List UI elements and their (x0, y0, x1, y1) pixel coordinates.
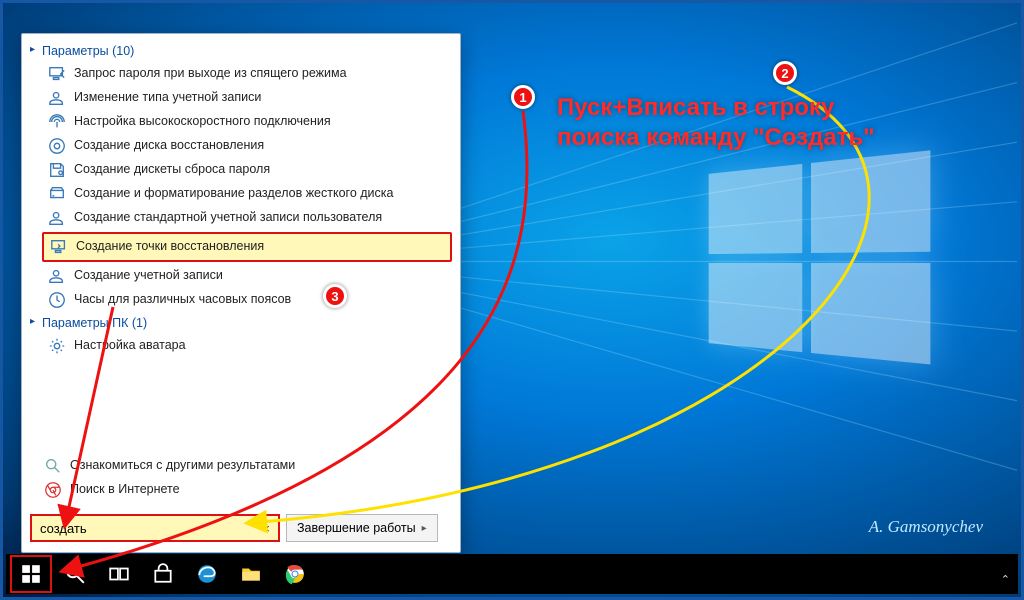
monitor-restore-icon (50, 238, 68, 256)
group-header-parametry-pk[interactable]: Параметры ПК (1) (22, 312, 460, 334)
result-item-label: Создание дискеты сброса пароля (74, 161, 270, 179)
file-explorer-button[interactable] (230, 555, 272, 593)
annotation-badge-2: 2 (773, 61, 797, 85)
internet-search-label: Поиск в Интернете (70, 481, 180, 499)
result-item-label: Изменение типа учетной записи (74, 89, 261, 107)
more-results-label: Ознакомиться с другими результатами (70, 457, 295, 475)
store-button[interactable] (142, 555, 184, 593)
magnifier-icon (44, 457, 62, 475)
result-item-0[interactable]: Запрос пароля при выходе из спящего режи… (22, 62, 460, 86)
clock-icon (48, 291, 66, 309)
disc-icon (48, 137, 66, 155)
chevron-right-icon: ▸ (422, 523, 427, 534)
signature: A. Gamsonychev (869, 517, 983, 537)
result-item-label: Настройка высокоскоростного подключения (74, 113, 331, 131)
result-item-6[interactable]: Создание стандартной учетной записи поль… (22, 206, 460, 230)
result-item-label: Часы для различных часовых поясов (74, 291, 291, 309)
more-results-link[interactable]: Ознакомиться с другими результатами (34, 454, 450, 478)
result-pk-item-label: Настройка аватара (74, 337, 186, 355)
floppy-key-icon (48, 161, 66, 179)
result-item-3[interactable]: Создание диска восстановления (22, 134, 460, 158)
search-input[interactable] (40, 521, 258, 536)
group-header-parametry[interactable]: Параметры (10) (22, 40, 460, 62)
edge-button[interactable] (186, 555, 228, 593)
windows-logo (709, 149, 942, 377)
result-pk-item-0[interactable]: Настройка аватара (22, 334, 460, 358)
network-icon (48, 113, 66, 131)
result-item-7[interactable]: Создание точки восстановления (42, 232, 452, 262)
result-item-label: Создание и форматирование разделов жестк… (74, 185, 393, 203)
annotation-text: Пуск+Вписать в строку поиска команду "Со… (557, 93, 875, 153)
users-icon (48, 89, 66, 107)
task-view-button[interactable] (98, 555, 140, 593)
result-item-2[interactable]: Настройка высокоскоростного подключения (22, 110, 460, 134)
result-item-label: Создание точки восстановления (76, 238, 264, 256)
result-item-8[interactable]: Создание учетной записи (22, 264, 460, 288)
shutdown-label: Завершение работы (297, 521, 416, 535)
result-item-label: Запрос пароля при выходе из спящего режи… (74, 65, 347, 83)
chrome-button[interactable] (274, 555, 316, 593)
users-icon (48, 209, 66, 227)
shutdown-button[interactable]: Завершение работы ▸ (286, 514, 438, 542)
result-item-1[interactable]: Изменение типа учетной записи (22, 86, 460, 110)
tray-chevron-icon[interactable]: ⌃ (1001, 573, 1010, 586)
annotation-badge-3: 3 (323, 284, 347, 308)
hdd-icon (48, 185, 66, 203)
result-item-label: Создание учетной записи (74, 267, 223, 285)
internet-search-link[interactable]: Поиск в Интернете (34, 478, 450, 502)
annotation-badge-1: 1 (511, 85, 535, 109)
search-box[interactable]: × (30, 514, 280, 542)
monitor-power-icon (48, 65, 66, 83)
result-item-label: Создание стандартной учетной записи поль… (74, 209, 382, 227)
result-item-4[interactable]: Создание дискеты сброса пароля (22, 158, 460, 182)
result-item-label: Создание диска восстановления (74, 137, 264, 155)
users-icon (48, 267, 66, 285)
start-search-pane: Параметры (10) Запрос пароля при выходе … (21, 33, 461, 553)
start-button[interactable] (10, 555, 52, 593)
chrome-icon (44, 481, 62, 499)
clear-search-icon[interactable]: × (258, 521, 274, 536)
settings-gear-icon (48, 337, 66, 355)
taskbar-search-button[interactable] (54, 555, 96, 593)
taskbar: ⌃ (6, 554, 1018, 594)
result-item-9[interactable]: Часы для различных часовых поясов (22, 288, 460, 312)
result-item-5[interactable]: Создание и форматирование разделов жестк… (22, 182, 460, 206)
